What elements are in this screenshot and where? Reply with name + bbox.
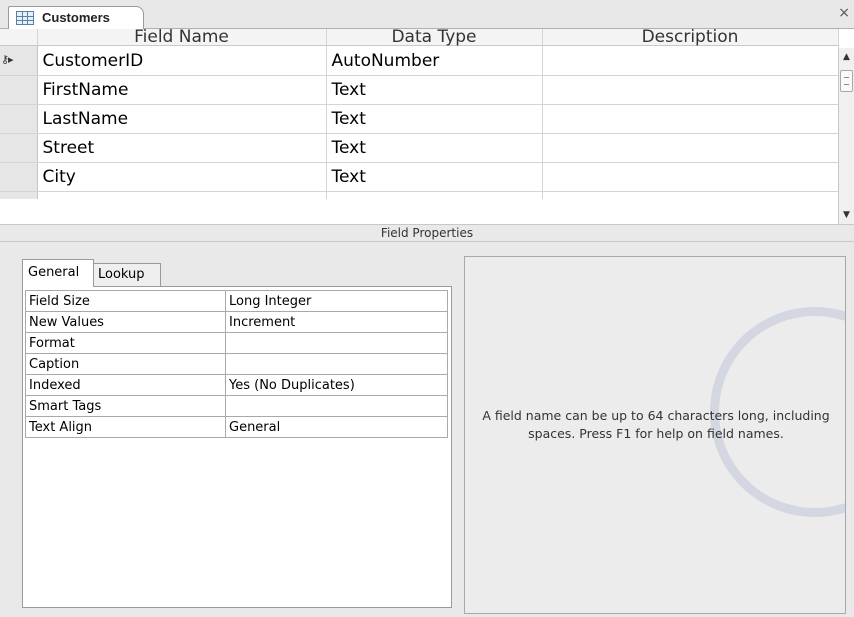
row-selector[interactable] [0, 191, 38, 199]
property-name[interactable]: Caption [25, 353, 226, 375]
data-type-cell[interactable]: Text [326, 162, 543, 192]
property-value[interactable] [225, 332, 448, 354]
row-selector[interactable] [0, 162, 38, 192]
tab-general[interactable]: General [22, 259, 94, 287]
property-row: Field Size Long Integer [25, 290, 448, 312]
description-cell[interactable] [542, 133, 839, 163]
row-selector[interactable]: ⚷▸ [0, 45, 38, 76]
field-name-cell[interactable]: Street [37, 133, 327, 163]
field-name-cell[interactable]: City [37, 162, 327, 192]
field-name-cell[interactable]: CustomerID [37, 45, 327, 76]
help-text: A field name can be up to 64 characters … [482, 408, 830, 441]
property-name[interactable]: Smart Tags [25, 395, 226, 417]
row-selector[interactable] [0, 75, 38, 105]
table-row: Street Text [0, 133, 839, 163]
property-name[interactable]: Text Align [25, 416, 226, 438]
tab-title: Customers [42, 10, 110, 25]
table-icon [16, 11, 34, 25]
property-row: Format [25, 332, 448, 354]
data-type-cell[interactable]: Text [326, 104, 543, 134]
field-name-cell[interactable]: FirstName [37, 75, 327, 105]
primary-key-icon: ⚷▸ [1, 53, 14, 66]
table-row-partial [0, 191, 839, 199]
property-value[interactable]: Long Integer [225, 290, 448, 312]
scrollbar-thumb[interactable] [840, 70, 853, 92]
table-row: FirstName Text [0, 75, 839, 105]
property-row: New Values Increment [25, 311, 448, 333]
description-cell[interactable] [542, 162, 839, 192]
description-cell[interactable] [542, 104, 839, 134]
close-icon[interactable]: × [838, 5, 850, 21]
help-panel: A field name can be up to 64 characters … [464, 256, 846, 614]
property-row: Caption [25, 353, 448, 375]
field-name-cell[interactable]: LastName [37, 104, 327, 134]
column-header-description: Description [542, 29, 839, 46]
data-type-cell[interactable]: AutoNumber [326, 45, 543, 76]
tab-lookup[interactable]: Lookup [94, 263, 161, 287]
properties-table: Field Size Long Integer New Values Incre… [25, 290, 448, 438]
property-value[interactable]: General [225, 416, 448, 438]
property-row: Text Align General [25, 416, 448, 438]
property-row: Smart Tags [25, 395, 448, 417]
table-row: LastName Text [0, 104, 839, 134]
scroll-down-arrow-icon[interactable]: ▼ [839, 206, 854, 224]
document-tab-bar: Customers × [0, 0, 854, 30]
column-header-data-type: Data Type [326, 29, 543, 46]
field-properties-label: Field Properties [0, 224, 854, 242]
column-header-field-name: Field Name [37, 29, 327, 46]
row-selector[interactable] [0, 104, 38, 134]
property-name[interactable]: Indexed [25, 374, 226, 396]
description-cell[interactable] [542, 75, 839, 105]
property-value[interactable]: Yes (No Duplicates) [225, 374, 448, 396]
row-selector[interactable] [0, 133, 38, 163]
scroll-up-arrow-icon[interactable]: ▲ [839, 48, 854, 66]
description-cell[interactable] [542, 45, 839, 76]
property-name[interactable]: New Values [25, 311, 226, 333]
tab-customers[interactable]: Customers [8, 6, 144, 30]
row-selector-header[interactable] [0, 29, 38, 46]
property-name[interactable]: Field Size [25, 290, 226, 312]
vertical-scrollbar[interactable]: ▲ ▼ [838, 48, 854, 224]
field-design-grid: Field Name Data Type Description ⚷▸ Cust… [0, 29, 839, 199]
table-row: City Text [0, 162, 839, 192]
data-type-cell[interactable]: Text [326, 75, 543, 105]
property-value[interactable]: Increment [225, 311, 448, 333]
property-row: Indexed Yes (No Duplicates) [25, 374, 448, 396]
table-row: ⚷▸ CustomerID AutoNumber [0, 45, 839, 76]
property-value[interactable] [225, 395, 448, 417]
property-value[interactable] [225, 353, 448, 375]
data-type-cell[interactable]: Text [326, 133, 543, 163]
property-name[interactable]: Format [25, 332, 226, 354]
